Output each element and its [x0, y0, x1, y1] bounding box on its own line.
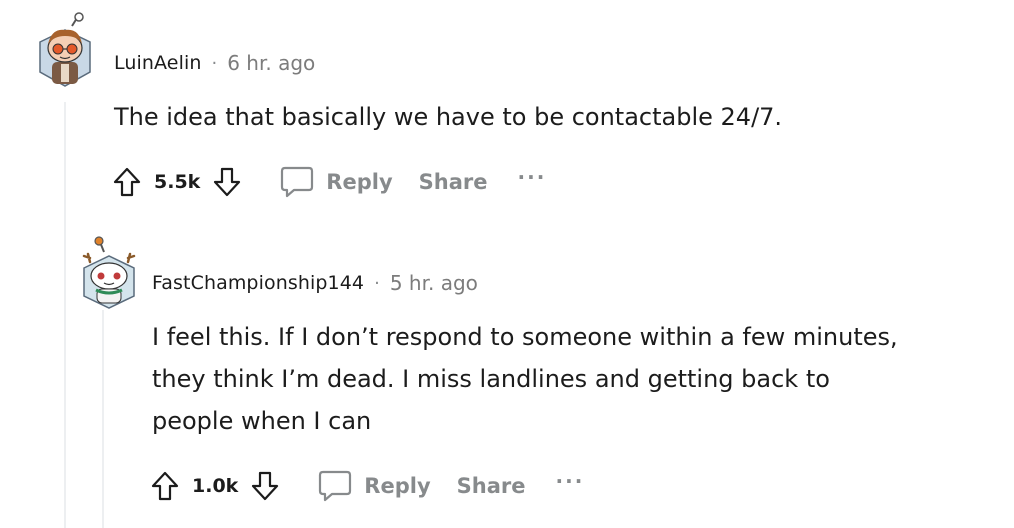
comment-header: FastChampionship144 · 5 hr. ago: [152, 268, 478, 298]
comment-line: The idea that basically we have to be co…: [114, 103, 783, 131]
reply-button[interactable]: Reply: [278, 164, 393, 200]
share-button[interactable]: Share: [419, 170, 488, 194]
username[interactable]: FastChampionship144: [152, 272, 364, 294]
comment-line: people when I can: [152, 407, 372, 435]
thread-line[interactable]: [64, 102, 66, 528]
comment-line: they think I’m dead. I miss landlines an…: [152, 365, 830, 393]
comment-body: The idea that basically we have to be co…: [114, 96, 994, 138]
comment-header: LuinAelin · 6 hr. ago: [114, 48, 315, 78]
vote-count: 1.0k: [192, 475, 239, 497]
separator: ·: [211, 52, 218, 74]
thread-line[interactable]: [102, 310, 104, 528]
comment-body: I feel this. If I don’t respond to someo…: [152, 316, 1002, 442]
timestamp[interactable]: 5 hr. ago: [390, 271, 478, 295]
downvote-icon[interactable]: [210, 164, 244, 200]
reply-label: Reply: [364, 474, 431, 498]
comment-actions: 5.5k Reply Share ···: [110, 162, 546, 202]
comment-actions: 1.0k Reply Share ···: [148, 466, 584, 506]
vote-count: 5.5k: [154, 171, 201, 193]
username[interactable]: LuinAelin: [114, 52, 201, 74]
comment-icon: [278, 164, 316, 200]
comment-icon: [316, 468, 354, 504]
separator: ·: [374, 272, 380, 294]
share-button[interactable]: Share: [457, 474, 526, 498]
user-avatar[interactable]: [34, 12, 96, 92]
upvote-icon[interactable]: [110, 164, 144, 200]
downvote-icon[interactable]: [248, 468, 282, 504]
more-icon[interactable]: ···: [556, 471, 585, 491]
user-avatar[interactable]: [78, 234, 140, 310]
more-icon[interactable]: ···: [518, 167, 547, 187]
comment-line: I feel this. If I don’t respond to someo…: [152, 323, 898, 351]
timestamp[interactable]: 6 hr. ago: [227, 51, 315, 75]
reply-button[interactable]: Reply: [316, 468, 431, 504]
upvote-icon[interactable]: [148, 468, 182, 504]
reply-label: Reply: [326, 170, 393, 194]
